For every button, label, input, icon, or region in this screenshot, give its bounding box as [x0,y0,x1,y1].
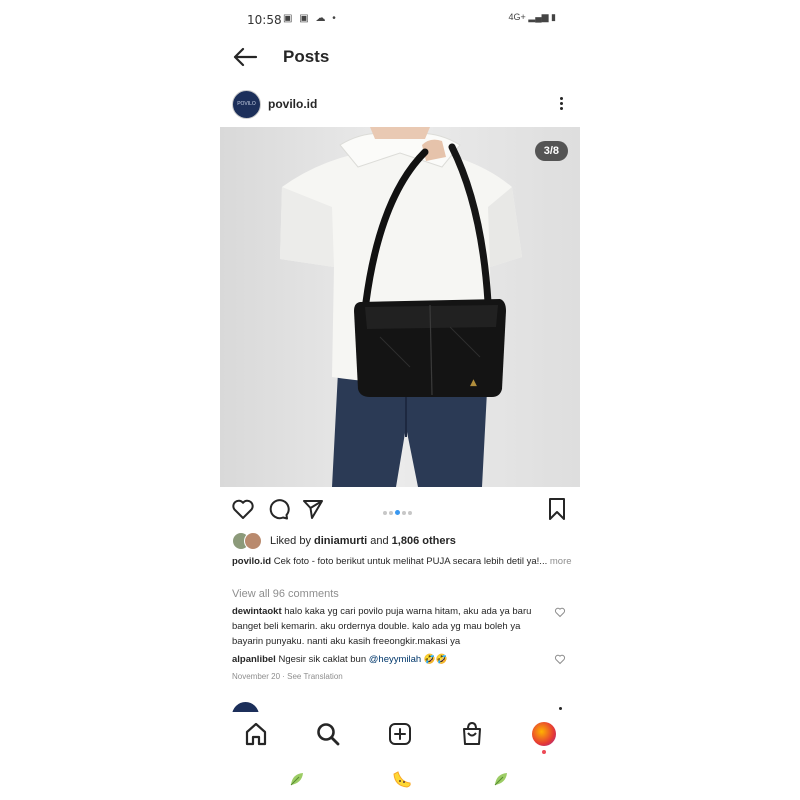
back-arrow-icon[interactable] [232,46,258,68]
post-image[interactable]: ▲ 3/8 [220,127,580,487]
bottom-tab-bar [220,712,580,758]
comment-icon[interactable] [265,496,291,522]
comment-emoji: 🤣🤣 [421,654,448,665]
page-title: Posts [283,47,330,66]
nav-leaf-icon[interactable] [288,770,306,788]
profile-notification-dot [542,750,546,754]
status-bar: 10:58 ▣ ▣ ☁ • 4G+ ▂▄▆ ▮ [220,8,580,32]
search-icon[interactable] [314,720,342,748]
add-post-icon[interactable] [386,720,414,748]
home-icon[interactable] [242,720,270,748]
caption-username[interactable]: povilo.id [232,556,271,567]
avatar[interactable]: POVILO [232,90,261,119]
caption-more-link[interactable]: more [547,556,572,567]
svg-text:▲: ▲ [470,378,477,388]
next-post-more-icon[interactable] [559,707,562,710]
caption-text: Cek foto - foto berikut untuk melihat PU… [271,556,548,567]
post-actions [220,494,580,524]
comment-like-heart-icon[interactable] [554,606,566,618]
comment-username[interactable]: alpanlibel [232,654,276,665]
nav-leaf-icon[interactable] [492,770,510,788]
heart-icon[interactable] [230,496,256,522]
send-icon[interactable] [300,496,326,522]
comment-like-heart-icon[interactable] [554,653,566,665]
instagram-screen: 10:58 ▣ ▣ ☁ • 4G+ ▂▄▆ ▮ Posts POVILO pov… [220,0,580,800]
comment: alpanlibel Ngesir sik caklat bun @heyymi… [232,652,550,667]
system-nav-bar [220,766,580,794]
comment-text: Ngesir sik caklat bun [275,654,369,665]
liker-username[interactable]: diniamurti [314,535,367,547]
nav-banana-icon[interactable] [389,766,415,792]
comment: dewintaokt halo kaka yg cari povilo puja… [232,604,550,649]
more-vertical-icon[interactable] [556,96,566,114]
carousel-dots [383,504,414,516]
shop-icon[interactable] [458,720,486,748]
signal-battery-icons: 4G+ ▂▄▆ ▮ [508,12,556,22]
post-header: POVILO povilo.id [220,90,580,120]
avatar-logo-text: POVILO [237,101,256,107]
comment-username[interactable]: dewintaokt [232,606,282,617]
product-photo-illustration: ▲ [220,127,580,487]
likes-count[interactable]: 1,806 others [392,535,456,547]
view-all-comments-link[interactable]: View all 96 comments [232,588,339,600]
post-caption: povilo.id Cek foto - foto berikut untuk … [232,555,572,569]
bookmark-icon[interactable] [544,496,570,522]
status-time: 10:58 [247,13,282,27]
likes-row[interactable]: Liked by diniamurti and 1,806 others [232,532,572,550]
likes-text: Liked by diniamurti and 1,806 others [270,535,456,547]
liker-avatar [244,532,262,550]
next-post-avatar[interactable] [232,702,259,712]
image-counter: 3/8 [534,141,568,161]
notification-icons: ▣ ▣ ☁ • [283,13,338,24]
profile-avatar-icon[interactable] [532,722,556,746]
comment-mention[interactable]: @heyymilah [369,654,421,665]
post-date[interactable]: November 20 · See Translation [232,672,343,681]
network-type: 4G+ [508,12,526,22]
top-bar: Posts [220,40,580,76]
post-username[interactable]: povilo.id [268,97,317,111]
